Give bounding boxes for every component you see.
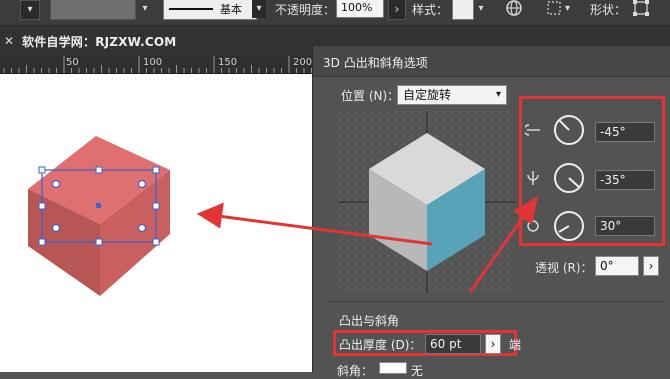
perspective-label: 透视 (R)：	[535, 261, 593, 275]
position-label: 位置 (N)：	[341, 89, 400, 103]
ruler-label: 100	[143, 57, 163, 68]
style-label: 样式：	[412, 3, 449, 17]
ruler-label: 150	[218, 57, 238, 68]
dialog-title: 3D 凸出和斜角选项	[323, 56, 428, 70]
extrude-depth-input[interactable]: 60 pt	[425, 334, 481, 354]
rotation-preview[interactable]	[339, 111, 515, 293]
preview-cube-svg	[339, 111, 515, 293]
ruler-label: 200	[293, 57, 312, 68]
bevel-label: 斜角：	[337, 364, 374, 378]
shape-label: 形状：	[590, 3, 627, 17]
position-select[interactable]: 自定旋转 ▾	[397, 85, 507, 105]
extrude-depth-label: 凸出厚度 (D)：	[339, 338, 422, 352]
horizontal-ruler: 50 100 150 200	[0, 56, 312, 74]
chevron-down-icon: ▾	[495, 89, 501, 100]
cap-label: 端	[509, 338, 522, 352]
stroke-profile-select[interactable]: 基本	[163, 0, 257, 20]
stroke-preview-line	[169, 8, 213, 10]
x-axis-rotate-icon	[525, 124, 540, 136]
x-rotation-input[interactable]: -45°	[595, 122, 655, 142]
chevron-down-icon[interactable]: ▾	[20, 0, 40, 20]
control-bar: ▾ ▾ 基本 ▾ 不透明度： 100% › 样式： ▾ ▾ 形状：	[0, 0, 670, 26]
z-rotation-dial[interactable]	[553, 210, 585, 242]
dialog-title-bar[interactable]: 3D 凸出和斜角选项	[313, 46, 670, 77]
opacity-input[interactable]: 100%	[336, 0, 384, 18]
extrude-section-title: 凸出与斜角	[339, 314, 400, 328]
y-axis-rotate-icon	[527, 171, 539, 185]
canvas-artwork	[28, 136, 170, 296]
globe-icon[interactable]	[505, 0, 523, 17]
artboard-canvas[interactable]	[0, 74, 312, 372]
x-rotation-dial[interactable]	[553, 114, 585, 146]
chevron-down-icon[interactable]: ▾	[252, 0, 266, 18]
stroke-profile-label: 基本	[220, 3, 242, 16]
transform-box-icon[interactable]	[632, 0, 650, 17]
y-rotation-input[interactable]: -35°	[595, 170, 655, 190]
z-rotation-input[interactable]: 30°	[595, 216, 655, 236]
3d-extrude-bevel-dialog: 3D 凸出和斜角选项 位置 (N)： 自定旋转 ▾ -45° -35° 30° …	[312, 46, 670, 378]
chevron-down-icon[interactable]: ▾	[474, 0, 488, 18]
center-point	[96, 203, 101, 208]
opacity-label: 不透明度：	[275, 3, 336, 17]
z-axis-rotate-icon	[527, 220, 539, 232]
close-icon[interactable]: ✕	[4, 34, 14, 48]
document-tab-title[interactable]: 软件自学网：RJZXW.COM	[22, 33, 176, 50]
ruler-label: 50	[66, 57, 79, 68]
align-grid-icon[interactable]	[545, 0, 563, 17]
chevron-down-icon[interactable]: ▾	[565, 0, 570, 18]
chevron-down-icon[interactable]: ▾	[137, 0, 153, 18]
position-select-value: 自定旋转	[403, 88, 452, 102]
style-swatch[interactable]	[452, 0, 474, 20]
bevel-preview-swatch[interactable]	[379, 362, 407, 374]
chevron-right-icon[interactable]: ›	[643, 256, 659, 276]
y-rotation-dial[interactable]	[553, 162, 585, 194]
fill-swatch[interactable]	[50, 0, 136, 20]
chevron-right-icon[interactable]: ›	[485, 334, 501, 354]
chevron-right-icon[interactable]: ›	[388, 0, 406, 20]
bevel-value: 无	[411, 364, 424, 378]
section-divider	[325, 301, 665, 302]
perspective-input[interactable]: 0°	[595, 256, 639, 276]
